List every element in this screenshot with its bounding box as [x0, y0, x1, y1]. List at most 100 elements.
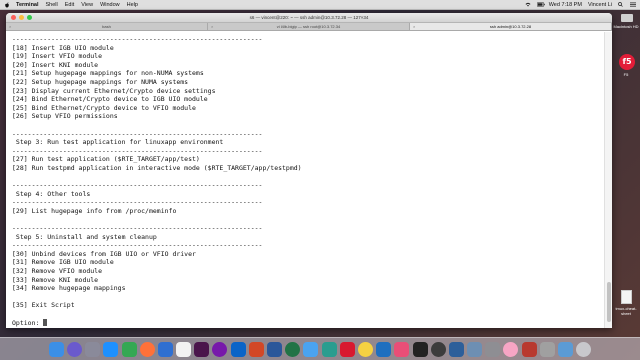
search-icon[interactable]: [618, 2, 624, 7]
menu-bar: Terminal Shell Edit View Window Help Wed…: [0, 0, 640, 10]
photos-icon[interactable]: [503, 341, 519, 357]
close-tab-icon[interactable]: ×: [413, 23, 415, 30]
terminal-line: Step 5: Uninstall and system cleanup: [12, 233, 598, 242]
virtualbox-icon[interactable]: [448, 341, 464, 357]
finder-icon[interactable]: [48, 341, 64, 357]
terminal-line: ----------------------------------------…: [12, 130, 598, 139]
scrollbar-thumb[interactable]: [607, 282, 611, 322]
terminal-line: Option:: [12, 318, 598, 328]
slack-icon[interactable]: [194, 341, 210, 357]
activity-monitor-icon[interactable]: [430, 341, 446, 357]
scrollbar[interactable]: [604, 32, 612, 328]
safari-icon[interactable]: [103, 341, 119, 357]
terminal-line: [23] Display current Ethernet/Crypto dev…: [12, 87, 598, 96]
terminal-line-text: [32] Remove VFIO module: [12, 267, 103, 276]
menu-help[interactable]: Help: [127, 2, 138, 8]
tab-label: ssh admin@10.3.72.28: [489, 24, 532, 29]
menu-window[interactable]: Window: [100, 2, 120, 8]
terminal-line: [21] Setup hugepage mappings for non-NUM…: [12, 69, 598, 78]
thunderbird-icon[interactable]: [157, 341, 173, 357]
battery-icon[interactable]: [536, 2, 545, 7]
terminal-line: [29] List hugepage info from /proc/memin…: [12, 207, 598, 216]
terminal-line: [30] Unbind devices from IGB UIO or VFIO…: [12, 250, 598, 259]
hard-drive-icon[interactable]: [621, 14, 633, 22]
terminal-line-text: ----------------------------------------…: [12, 241, 263, 250]
terminal-line: Step 4: Other tools: [12, 190, 598, 199]
zoom-button[interactable]: [27, 15, 32, 20]
terminal-line: ----------------------------------------…: [12, 35, 598, 44]
menu-shell[interactable]: Shell: [46, 2, 58, 8]
user-name[interactable]: Vincent Li: [588, 2, 612, 8]
chrome-icon[interactable]: [121, 341, 137, 357]
tab-vi-l4lb-bigip[interactable]: × vi l4lb-bigip — ssh root@10.3.72.34: [208, 23, 410, 30]
terminal-line: [20] Insert KNI module: [12, 61, 598, 70]
terminal-output[interactable]: ----------------------------------------…: [6, 32, 604, 328]
terminal-line-text: [27] Run test application ($RTE_TARGET/a…: [12, 155, 200, 164]
terminal-line: [33] Remove KNI module: [12, 276, 598, 285]
webex-icon[interactable]: [321, 341, 337, 357]
vscode-icon[interactable]: [376, 341, 392, 357]
terminal-line: [18] Insert IGB UIO module: [12, 44, 598, 53]
clock-text[interactable]: Wed 7:18 PM: [549, 2, 582, 8]
skitch-icon[interactable]: [394, 341, 410, 357]
terminal-line-text: [25] Bind Ethernet/Crypto device to VFIO…: [12, 103, 196, 112]
apple-icon[interactable]: [4, 2, 10, 8]
trash-icon[interactable]: [576, 341, 592, 357]
terminal-line-text: [29] List hugepage info from /proc/memin…: [12, 206, 177, 215]
tab-label: bash: [102, 24, 111, 29]
terminal-icon[interactable]: [412, 341, 428, 357]
downloads-icon[interactable]: [558, 341, 574, 357]
terminal-line-text: [31] Remove IGB UIO module: [12, 258, 114, 267]
powerpoint-icon[interactable]: [248, 341, 264, 357]
outlook-icon[interactable]: [230, 341, 246, 357]
onenote-icon[interactable]: [212, 341, 228, 357]
notification-center-icon[interactable]: [630, 2, 636, 7]
text-cursor: [43, 318, 48, 326]
terminal-line-text: [21] Setup hugepage mappings for non-NUM…: [12, 69, 204, 78]
document-icon[interactable]: [621, 290, 632, 304]
calendar-icon[interactable]: [176, 341, 192, 357]
desktop-item-label: F5: [623, 72, 629, 77]
terminal-line: [25] Bind Ethernet/Crypto device to VFIO…: [12, 104, 598, 113]
menu-view[interactable]: View: [81, 2, 93, 8]
menu-app-terminal[interactable]: Terminal: [16, 2, 39, 8]
tab-bash[interactable]: × bash: [6, 23, 208, 30]
window-titlebar[interactable]: s6 — vincent@220: ~ — ssh admin@10.3.72.…: [6, 13, 612, 23]
siri-icon[interactable]: [66, 341, 82, 357]
f5-icon[interactable]: [339, 341, 355, 357]
tab-ssh-admin[interactable]: × ssh admin@10.3.72.28: [410, 23, 612, 30]
close-tab-icon[interactable]: ×: [9, 23, 11, 30]
word-icon[interactable]: [267, 341, 283, 357]
tab-bar: × bash × vi l4lb-bigip — ssh root@10.3.7…: [6, 23, 612, 31]
terminal-line: [26] Setup VFIO permissions: [12, 112, 598, 121]
preview-icon[interactable]: [467, 341, 483, 357]
status-area: Wed 7:18 PM Vincent Li: [519, 2, 640, 8]
f5-logo-icon[interactable]: f5: [619, 54, 635, 70]
launchpad-icon[interactable]: [85, 341, 101, 357]
utility-icon[interactable]: [539, 341, 555, 357]
terminal-line-text: [26] Setup VFIO permissions: [12, 112, 118, 121]
notes-icon[interactable]: [357, 341, 373, 357]
terminal-line: [35] Exit Script: [12, 301, 598, 310]
terminal-line: ----------------------------------------…: [12, 224, 598, 233]
close-tab-icon[interactable]: ×: [211, 23, 213, 30]
terminal-line-text: Step 5: Uninstall and system cleanup: [12, 232, 157, 241]
terminal-line: ----------------------------------------…: [12, 181, 598, 190]
terminal-line-text: [33] Remove KNI module: [12, 275, 99, 284]
terminal-line-text: [22] Setup hugepage mappings for NUMA sy…: [12, 77, 189, 86]
excel-icon[interactable]: [285, 341, 301, 357]
minimize-button[interactable]: [19, 15, 24, 20]
terminal-line-text: Option:: [12, 318, 44, 327]
terminal-line: [28] Run testpmd application in interact…: [12, 164, 598, 173]
terminal-line: ----------------------------------------…: [12, 241, 598, 250]
firefox-icon[interactable]: [139, 341, 155, 357]
menu-edit[interactable]: Edit: [65, 2, 74, 8]
system-preferences-icon[interactable]: [485, 341, 501, 357]
hopper-icon[interactable]: [521, 341, 537, 357]
wifi-icon[interactable]: [525, 2, 531, 7]
terminal-line-text: [24] Bind Ethernet/Crypto device to IGB …: [12, 95, 208, 104]
close-button[interactable]: [11, 15, 16, 20]
mail-icon[interactable]: [303, 341, 319, 357]
